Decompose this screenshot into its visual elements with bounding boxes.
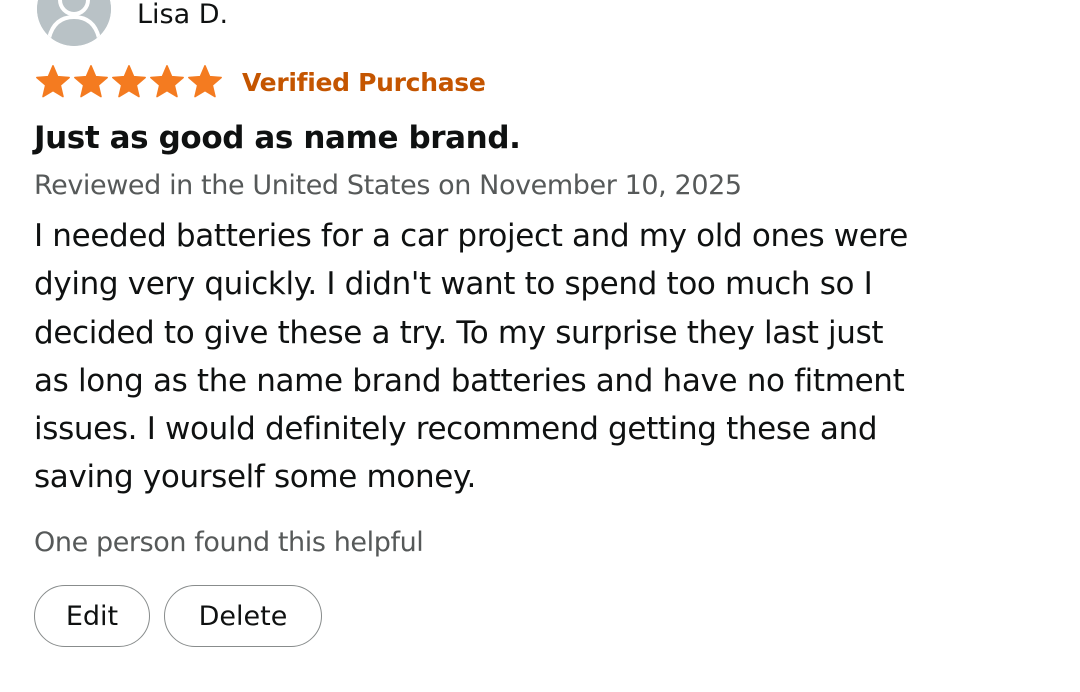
star-rating [34, 63, 224, 101]
verified-purchase-badge: Verified Purchase [242, 67, 486, 97]
star-icon [186, 63, 224, 101]
reviewer-name[interactable]: Lisa D. [137, 0, 228, 32]
delete-button[interactable]: Delete [164, 585, 322, 647]
review-body-line: saving yourself some money. [34, 459, 477, 496]
star-icon [34, 63, 72, 101]
review-card: Lisa D. Verified Purchase Just as good a… [0, 0, 1080, 692]
rating-row: Verified Purchase [34, 62, 486, 102]
review-body-line: issues. I would definitely recommend get… [34, 411, 878, 448]
review-title: Just as good as name brand. [34, 120, 521, 156]
review-body-line: dying very quickly. I didn't want to spe… [34, 266, 873, 303]
helpful-count: One person found this helpful [34, 527, 424, 558]
star-icon [110, 63, 148, 101]
star-icon [72, 63, 110, 101]
avatar[interactable] [37, 0, 111, 46]
star-icon [148, 63, 186, 101]
review-actions: Edit Delete [34, 585, 322, 647]
review-body: I needed batteries for a car project and… [34, 212, 1044, 502]
review-body-line: decided to give these a try. To my surpr… [34, 314, 884, 351]
review-date: Reviewed in the United States on Novembe… [34, 170, 742, 201]
edit-button[interactable]: Edit [34, 585, 150, 647]
review-body-line: I needed batteries for a car project and… [34, 218, 908, 254]
user-avatar-icon [37, 0, 111, 46]
review-body-line: as long as the name brand batteries and … [34, 362, 905, 399]
